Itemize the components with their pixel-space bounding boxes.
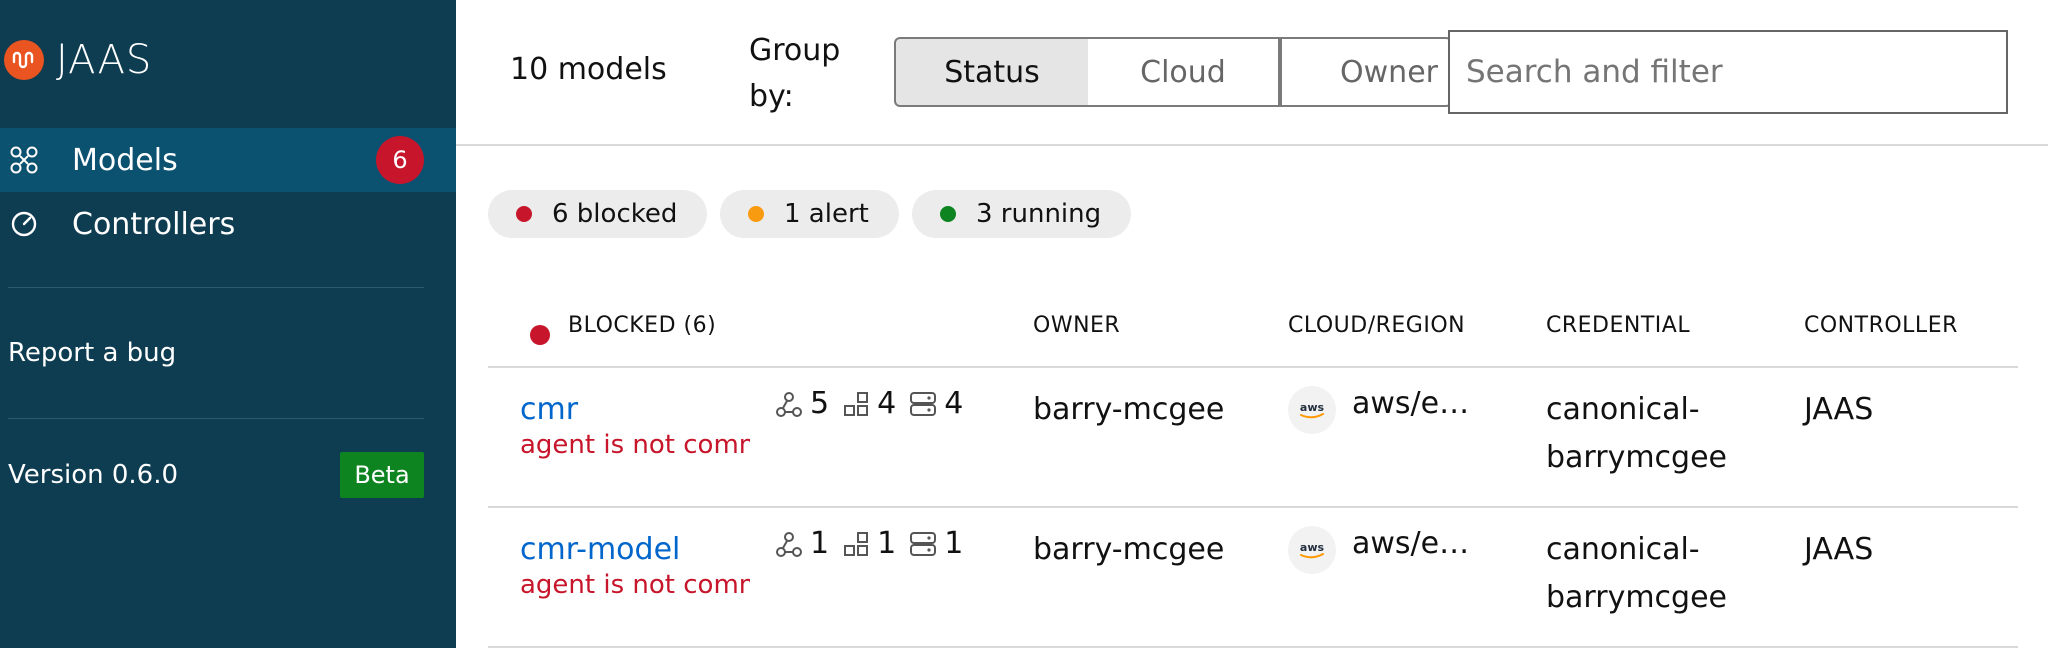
- owner-cell: barry-mcgee: [1033, 392, 1225, 427]
- blocked-status-dot: [530, 325, 550, 345]
- machines-count: 4: [944, 386, 964, 421]
- column-header-controller[interactable]: CONTROLLER: [1804, 313, 1958, 338]
- group-title: BLOCKED (6): [568, 313, 717, 338]
- units-icon: [844, 391, 869, 416]
- group-by-label: Group by:: [749, 33, 841, 114]
- juju-logo-icon: [4, 40, 44, 80]
- chip-label: 6 blocked: [552, 199, 678, 229]
- sidebar-divider: [8, 418, 424, 419]
- sidebar-item-label: Models: [72, 142, 178, 178]
- sidebar-item-label: Controllers: [72, 206, 236, 242]
- model-status-message: agent is not communicating with the serv…: [520, 430, 750, 460]
- version-label: Version 0.6.0: [8, 460, 179, 490]
- status-chip-running[interactable]: 3 running: [912, 190, 1132, 238]
- credential-cell: canonical- barrymcgee: [1546, 526, 1727, 622]
- alert-status-dot: [748, 206, 764, 222]
- group-by-status-button[interactable]: Status: [894, 37, 1090, 107]
- cloud-region-cell: aws/e…: [1352, 386, 1470, 421]
- chip-label: 1 alert: [784, 199, 869, 229]
- units-count: 1: [877, 526, 897, 561]
- machines-count: 1: [944, 526, 964, 561]
- beta-badge: Beta: [340, 452, 424, 498]
- credential-line: canonical-: [1546, 392, 1700, 427]
- table-row[interactable]: cmr-model agent is not communicating wit…: [488, 508, 2018, 648]
- search-input[interactable]: [1448, 30, 2008, 114]
- svg-text:aws: aws: [1300, 541, 1325, 554]
- sidebar-item-models[interactable]: Models 6: [0, 128, 456, 192]
- applications-count: 1: [810, 526, 830, 561]
- sidebar-divider: [8, 287, 424, 288]
- applications-icon: [776, 391, 802, 417]
- applications-icon: [776, 531, 802, 557]
- credential-line: canonical-: [1546, 532, 1700, 567]
- aws-icon: aws: [1288, 526, 1336, 574]
- machines-icon: [910, 391, 937, 416]
- owner-cell: barry-mcgee: [1033, 532, 1225, 567]
- app-title: JAAS: [56, 37, 153, 83]
- credential-cell: canonical- barrymcgee: [1546, 386, 1727, 482]
- chip-label: 3 running: [976, 199, 1102, 229]
- sidebar-item-controllers[interactable]: Controllers: [0, 192, 456, 256]
- credential-line: barrymcgee: [1546, 580, 1727, 615]
- blocked-status-dot: [516, 206, 532, 222]
- column-header-owner[interactable]: OWNER: [1033, 313, 1120, 338]
- brand[interactable]: JAAS: [4, 37, 153, 83]
- units-icon: [844, 531, 869, 556]
- group-by-owner-button[interactable]: Owner: [1280, 37, 1452, 107]
- aws-icon: aws: [1288, 386, 1336, 434]
- applications-count: 5: [810, 386, 830, 421]
- credential-line: barrymcgee: [1546, 440, 1727, 475]
- group-by-cloud-button[interactable]: Cloud: [1088, 37, 1280, 107]
- sidebar: JAAS Models 6 Controllers Report a bug V…: [0, 0, 456, 648]
- table-header: BLOCKED (6) OWNER CLOUD/REGION CREDENTIA…: [488, 300, 2018, 368]
- table-row[interactable]: cmr agent is not communicating with the …: [488, 368, 2018, 508]
- column-header-cloud-region[interactable]: CLOUD/REGION: [1288, 313, 1465, 338]
- models-count-badge: 6: [376, 136, 424, 184]
- units-count: 4: [877, 386, 897, 421]
- model-name-link[interactable]: cmr-model: [520, 526, 680, 574]
- cloud-region-cell: aws/e…: [1352, 526, 1470, 561]
- models-icon: [8, 144, 40, 176]
- controllers-icon: [8, 208, 40, 240]
- model-counts: 1 1 1: [774, 526, 975, 561]
- svg-text:aws: aws: [1300, 401, 1325, 414]
- running-status-dot: [940, 206, 956, 222]
- model-counts: 5 4 4: [774, 386, 975, 421]
- model-count: 10 models: [510, 52, 667, 87]
- machines-icon: [910, 531, 937, 556]
- controller-cell: JAAS: [1804, 392, 1874, 427]
- column-header-credential[interactable]: CREDENTIAL: [1546, 313, 1690, 338]
- model-name-link[interactable]: cmr: [520, 386, 578, 434]
- model-status-message: agent is not communicating with the serv…: [520, 570, 750, 600]
- report-bug-link[interactable]: Report a bug: [8, 338, 176, 368]
- header: 10 models Group by: Status Cloud Owner: [456, 0, 2048, 146]
- controller-cell: JAAS: [1804, 532, 1874, 567]
- status-chip-alert[interactable]: 1 alert: [720, 190, 899, 238]
- status-chip-blocked[interactable]: 6 blocked: [488, 190, 708, 238]
